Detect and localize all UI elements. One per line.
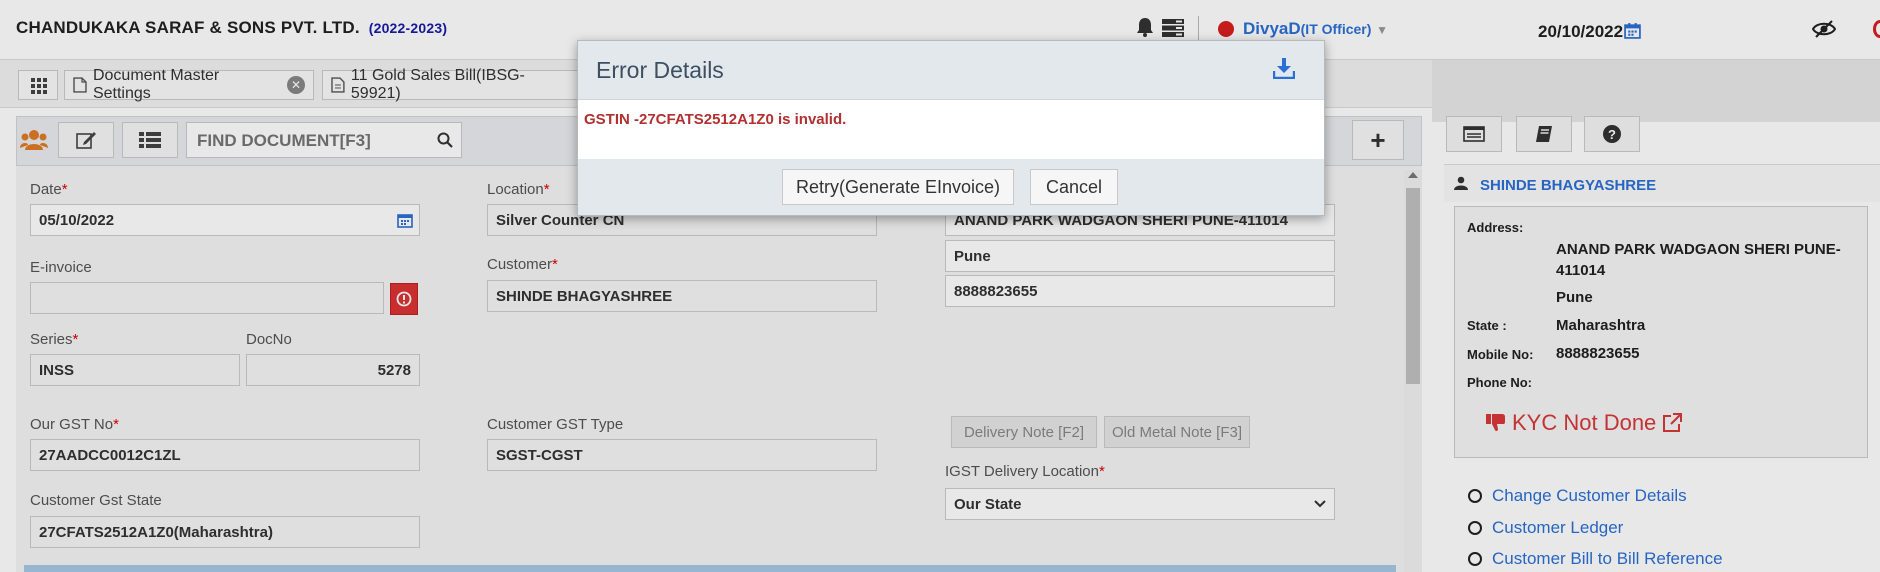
dialog-body: GSTIN -27CFATS2512A1Z0 is invalid. xyxy=(578,101,1324,159)
error-message: GSTIN -27CFATS2512A1Z0 is invalid. xyxy=(584,111,847,128)
dialog-header: Error Details xyxy=(578,41,1324,100)
retry-generate-einvoice-button[interactable]: Retry(Generate EInvoice) xyxy=(782,169,1014,205)
error-details-dialog: Error Details GSTIN -27CFATS2512A1Z0 is … xyxy=(577,40,1325,216)
download-icon[interactable] xyxy=(1273,57,1295,79)
dialog-footer: Retry(Generate EInvoice) Cancel xyxy=(578,159,1324,215)
dialog-title: Error Details xyxy=(596,57,724,83)
cancel-button[interactable]: Cancel xyxy=(1030,169,1118,205)
